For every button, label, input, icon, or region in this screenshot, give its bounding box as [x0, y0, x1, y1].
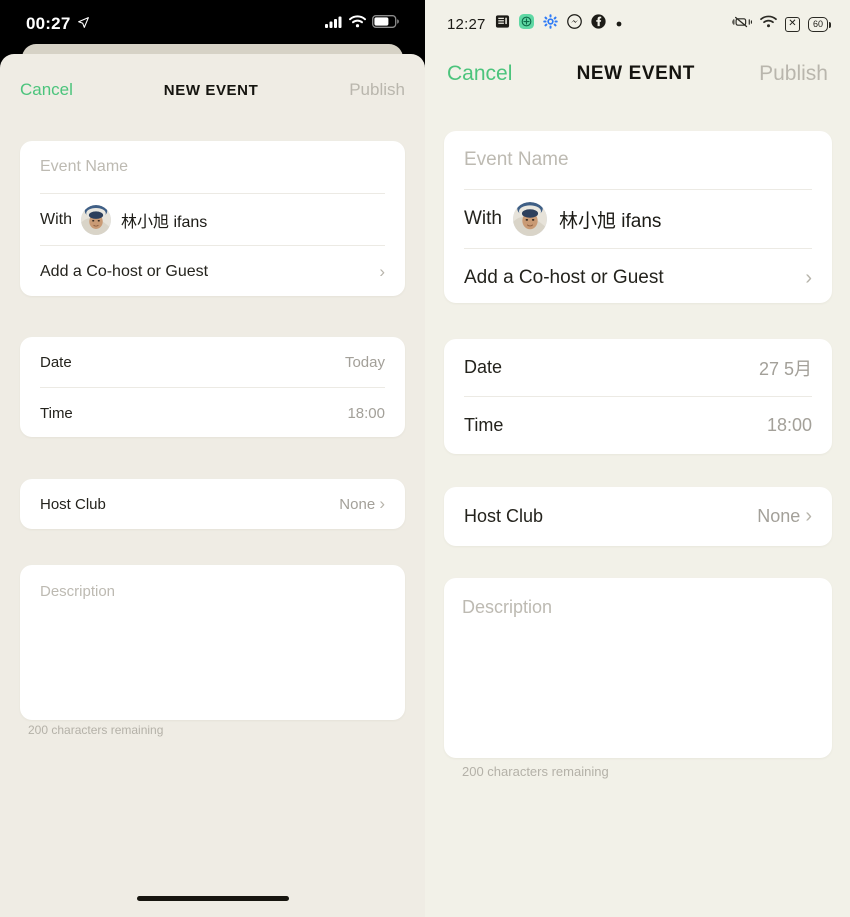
- home-indicator[interactable]: [136, 896, 289, 901]
- status-time: 12:27: [447, 15, 486, 33]
- page-title: NEW EVENT: [576, 63, 695, 84]
- dual-screenshot-comparison: 00:27 Cancel NEW EVENT Publish Event Nam…: [0, 0, 850, 917]
- datetime-card: Date 27 5月 Time 18:00: [444, 339, 832, 454]
- android-panel: 12:27 ✕ 60 Cancel NEW EVENT Publish Even…: [425, 0, 850, 917]
- messenger-icon: [566, 14, 582, 34]
- more-dot-icon: [615, 15, 623, 33]
- status-time-group: 00:27: [26, 14, 90, 34]
- settings-gear-icon: [542, 14, 558, 34]
- character-counter: 200 characters remaining: [28, 723, 164, 737]
- chevron-right-icon: ›: [379, 262, 385, 281]
- cancel-button[interactable]: Cancel: [447, 62, 512, 86]
- date-label: Date: [40, 353, 72, 371]
- time-row[interactable]: Time 18:00: [444, 397, 832, 454]
- description-input[interactable]: Description: [462, 597, 552, 618]
- event-details-card: Event Name With 林小旭 ifans Add a Co-host …: [444, 131, 832, 303]
- chevron-right-icon: ›: [379, 494, 385, 513]
- user-avatar: [513, 202, 547, 236]
- android-status-bar: 12:27 ✕ 60: [425, 0, 850, 48]
- with-host-row[interactable]: With 林小旭 ifans: [20, 194, 405, 245]
- android-notification-icons: 12:27: [447, 14, 623, 34]
- battery-icon: [372, 15, 399, 33]
- event-details-card: Event Name With 林小旭 ifans Add a Co-host …: [20, 141, 405, 296]
- wifi-icon: [349, 15, 366, 33]
- ios-status-icons: [325, 15, 399, 33]
- cellular-bars-icon: [325, 15, 343, 33]
- event-name-input[interactable]: Event Name: [40, 158, 128, 176]
- time-row[interactable]: Time 18:00: [20, 388, 405, 438]
- date-value: Today: [344, 353, 385, 371]
- add-cohost-row[interactable]: Add a Co-host or Guest ›: [444, 249, 832, 307]
- add-cohost-label: Add a Co-host or Guest: [464, 267, 664, 288]
- time-label: Time: [464, 415, 504, 435]
- event-name-row[interactable]: Event Name: [444, 131, 832, 189]
- chevron-right-icon: ›: [805, 266, 812, 289]
- facebook-icon: [590, 14, 606, 34]
- vibrate-icon: [731, 15, 753, 34]
- add-cohost-label: Add a Co-host or Guest: [40, 263, 209, 280]
- host-club-card[interactable]: Host Club None ›: [444, 487, 832, 546]
- green-circle-app-icon: [518, 14, 534, 34]
- android-navbar: Cancel NEW EVENT Publish: [425, 62, 850, 86]
- with-label: With: [464, 208, 502, 229]
- news-app-icon: [495, 14, 510, 34]
- battery-icon: 60: [807, 16, 832, 32]
- character-counter: 200 characters remaining: [462, 764, 609, 779]
- time-label: Time: [40, 404, 73, 422]
- page-title: NEW EVENT: [163, 81, 259, 99]
- date-value: 27 5月: [758, 358, 812, 379]
- date-label: Date: [464, 357, 503, 377]
- event-name-input[interactable]: Event Name: [464, 149, 569, 171]
- host-club-label: Host Club: [40, 495, 106, 513]
- host-name: 林小旭 ifans: [559, 210, 662, 232]
- ios-navbar: Cancel NEW EVENT Publish: [0, 80, 425, 100]
- host-club-card[interactable]: Host Club None ›: [20, 479, 405, 529]
- host-club-value-group: None ›: [339, 494, 385, 514]
- host-club-row[interactable]: Host Club None ›: [444, 487, 832, 546]
- user-avatar: [81, 204, 111, 235]
- host-name: 林小旭 ifans: [121, 213, 208, 231]
- wifi-icon: [760, 15, 777, 33]
- date-row[interactable]: Date Today: [20, 337, 405, 387]
- status-time: 00:27: [26, 14, 71, 33]
- date-row[interactable]: Date 27 5月: [444, 339, 832, 396]
- host-club-label: Host Club: [464, 506, 544, 526]
- add-cohost-row[interactable]: Add a Co-host or Guest ›: [20, 246, 405, 298]
- with-host-row[interactable]: With 林小旭 ifans: [444, 190, 832, 248]
- publish-button[interactable]: Publish: [759, 62, 828, 86]
- datetime-card: Date Today Time 18:00: [20, 337, 405, 437]
- location-arrow-icon: [77, 14, 90, 34]
- host-club-value: None: [339, 496, 376, 513]
- ios-status-bar: 00:27: [0, 0, 425, 48]
- description-input[interactable]: Description: [40, 583, 115, 600]
- host-club-value-group: None ›: [757, 505, 812, 528]
- host-club-value: None: [757, 506, 801, 526]
- with-label: With: [40, 210, 72, 228]
- ios-panel: 00:27 Cancel NEW EVENT Publish Event Nam…: [0, 0, 425, 917]
- publish-button[interactable]: Publish: [349, 80, 405, 100]
- chevron-right-icon: ›: [805, 505, 812, 527]
- boxed-x-icon: ✕: [784, 16, 800, 32]
- cancel-button[interactable]: Cancel: [20, 80, 73, 100]
- host-club-row[interactable]: Host Club None ›: [20, 479, 405, 529]
- time-value: 18:00: [347, 404, 385, 422]
- android-system-icons: ✕ 60: [731, 15, 832, 34]
- event-name-row[interactable]: Event Name: [20, 141, 405, 193]
- time-value: 18:00: [766, 415, 812, 435]
